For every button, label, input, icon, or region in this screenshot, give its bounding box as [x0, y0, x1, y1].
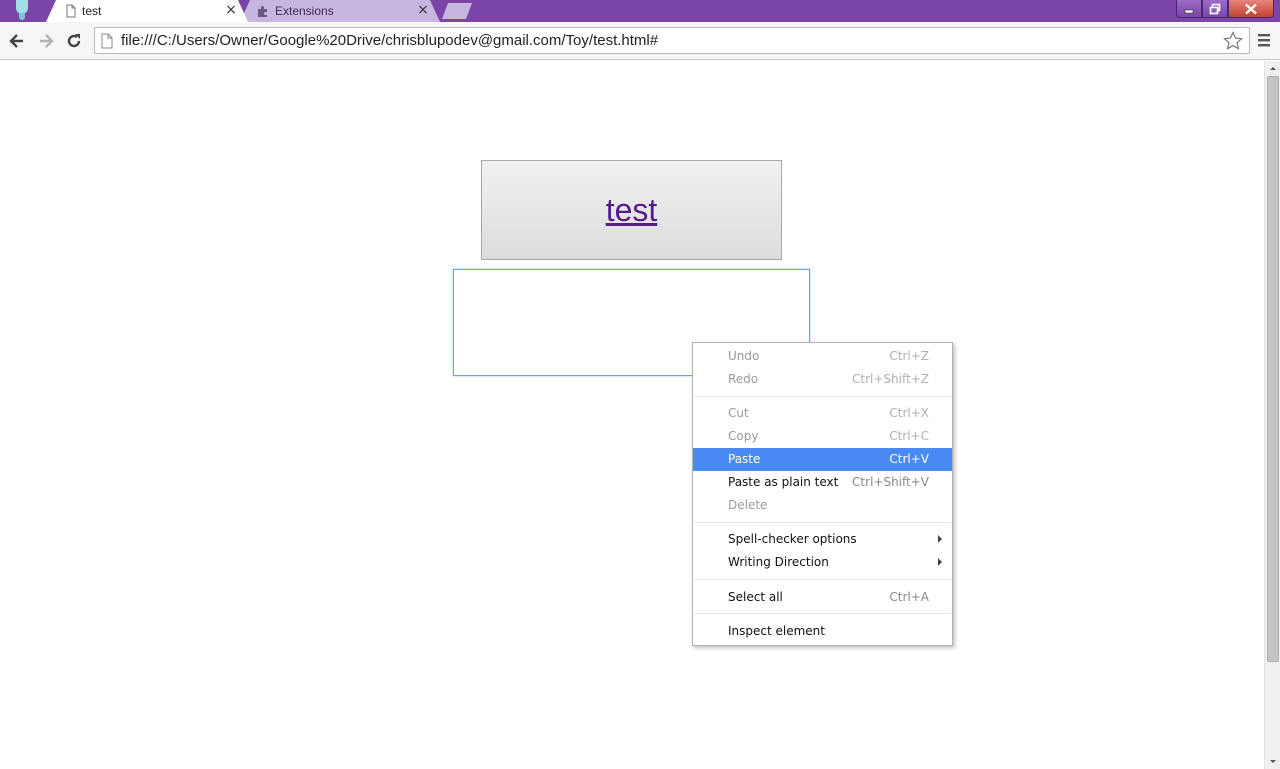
- tab-strip: Extensions × test ×: [0, 0, 1280, 22]
- puzzle-icon: [258, 6, 267, 17]
- menu-item-shortcut: Ctrl+V: [889, 452, 929, 466]
- menu-item-delete[interactable]: Delete: [693, 494, 952, 517]
- menu-separator: [694, 579, 951, 580]
- page-icon: [66, 4, 76, 18]
- new-tab-button[interactable]: [442, 3, 474, 19]
- back-arrow-icon[interactable]: [7, 31, 27, 51]
- menu-item-label: Writing Direction: [728, 555, 829, 569]
- test-link-box[interactable]: test: [481, 160, 782, 260]
- menu-item-label: Copy: [728, 429, 759, 443]
- url-text: file:///C:/Users/Owner/Google%20Drive/ch…: [121, 32, 659, 49]
- menu-separator: [694, 613, 951, 614]
- menu-item-label: Select all: [728, 590, 783, 604]
- reload-icon[interactable]: [64, 31, 84, 51]
- menu-item-spell-checker[interactable]: Spell-checker options: [693, 528, 952, 551]
- test-link[interactable]: test: [606, 192, 658, 229]
- tab-label: test: [82, 4, 102, 18]
- profile-avatar-icon[interactable]: [12, 0, 32, 20]
- menu-item-label: Paste as plain text: [728, 475, 839, 489]
- menu-item-inspect-element[interactable]: Inspect element: [693, 620, 952, 643]
- menu-item-select-all[interactable]: Select all Ctrl+A: [693, 586, 952, 609]
- menu-item-shortcut: Ctrl+X: [889, 406, 929, 420]
- submenu-arrow-icon: [938, 535, 942, 543]
- vertical-scrollbar[interactable]: [1264, 61, 1280, 769]
- scroll-down-arrow-icon[interactable]: [1265, 755, 1280, 769]
- scrollbar-thumb[interactable]: [1267, 76, 1279, 662]
- menu-item-label: Paste: [728, 452, 761, 466]
- tab-label: Extensions: [275, 4, 334, 18]
- menu-item-shortcut: Ctrl+Shift+V: [852, 475, 929, 489]
- window-controls: [1176, 0, 1274, 18]
- close-window-button[interactable]: [1228, 0, 1274, 18]
- menu-item-label: Delete: [728, 498, 768, 512]
- context-menu: Undo Ctrl+Z Redo Ctrl+Shift+Z Cut Ctrl+X…: [692, 342, 953, 646]
- menu-item-shortcut: Ctrl+Z: [889, 349, 929, 363]
- minimize-icon: [1184, 9, 1194, 13]
- menu-item-paste[interactable]: Paste Ctrl+V: [693, 448, 952, 471]
- menu-separator: [694, 396, 951, 397]
- menu-item-shortcut: Ctrl+C: [889, 429, 929, 443]
- close-icon: [1245, 3, 1257, 14]
- menu-item-writing-direction[interactable]: Writing Direction: [693, 551, 952, 574]
- restore-icon: [1209, 3, 1221, 14]
- restore-button[interactable]: [1202, 0, 1228, 18]
- menu-separator: [694, 522, 951, 523]
- menu-item-copy[interactable]: Copy Ctrl+C: [693, 425, 952, 448]
- menu-item-shortcut: Ctrl+Shift+Z: [852, 372, 929, 386]
- address-bar[interactable]: file:///C:/Users/Owner/Google%20Drive/ch…: [94, 27, 1250, 54]
- close-tab-icon[interactable]: ×: [224, 3, 238, 17]
- browser-toolbar: file:///C:/Users/Owner/Google%20Drive/ch…: [0, 22, 1280, 60]
- forward-arrow-icon[interactable]: [36, 31, 56, 51]
- menu-item-label: Undo: [728, 349, 760, 363]
- page-content: test: [0, 61, 1264, 769]
- menu-item-label: Inspect element: [728, 624, 825, 638]
- menu-item-cut[interactable]: Cut Ctrl+X: [693, 402, 952, 425]
- menu-item-redo[interactable]: Redo Ctrl+Shift+Z: [693, 368, 952, 391]
- tab-extensions[interactable]: Extensions ×: [240, 0, 440, 22]
- scroll-up-arrow-icon[interactable]: [1265, 61, 1280, 75]
- page-icon: [101, 33, 113, 49]
- menu-item-label: Redo: [728, 372, 759, 386]
- menu-item-undo[interactable]: Undo Ctrl+Z: [693, 345, 952, 368]
- menu-item-paste-plain-text[interactable]: Paste as plain text Ctrl+Shift+V: [693, 471, 952, 494]
- minimize-button[interactable]: [1176, 0, 1202, 18]
- close-tab-icon[interactable]: ×: [416, 3, 430, 17]
- tab-test[interactable]: test ×: [46, 0, 248, 22]
- menu-item-label: Cut: [728, 406, 749, 420]
- menu-item-shortcut: Ctrl+A: [889, 590, 929, 604]
- bookmark-star-icon[interactable]: [1223, 31, 1243, 51]
- menu-icon[interactable]: [1256, 32, 1272, 48]
- submenu-arrow-icon: [938, 558, 942, 566]
- menu-item-label: Spell-checker options: [728, 532, 857, 546]
